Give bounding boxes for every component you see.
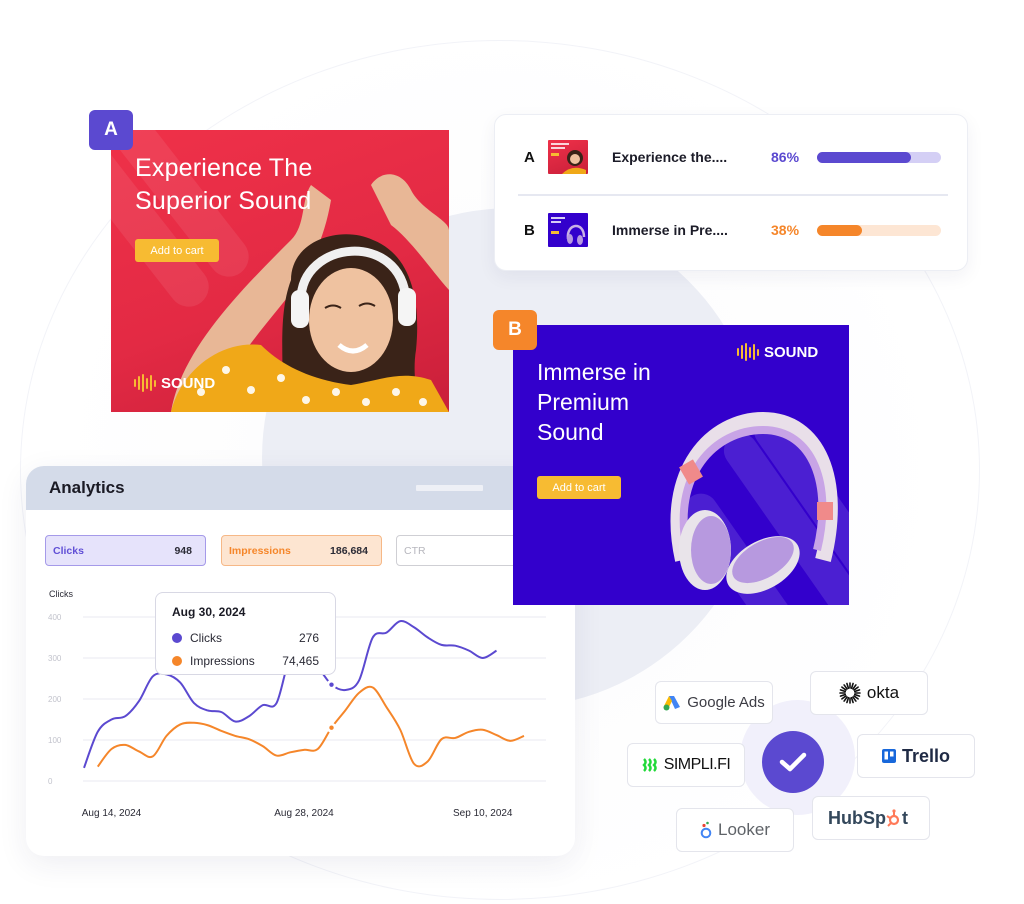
headline-line: Superior Sound	[135, 187, 312, 215]
divider	[518, 194, 948, 196]
impressions-legend-dot	[172, 655, 182, 666]
y-tick-label: 0	[48, 777, 53, 786]
progress-bar	[817, 151, 941, 163]
y-tick-label: 300	[48, 654, 62, 663]
clicks-legend-dot	[172, 632, 182, 643]
tooltip-series-value: 276	[298, 630, 319, 645]
integration-name: Looker	[718, 820, 770, 839]
add-to-cart-button[interactable]: Add to cart	[135, 239, 219, 262]
integration-okta[interactable]: okta	[810, 671, 928, 715]
simplifi-icon	[641, 758, 657, 772]
tooltip-row-clicks: Clicks 276	[172, 626, 319, 649]
integration-hubspot[interactable]: HubSp t	[812, 796, 930, 840]
headphones-image	[670, 411, 838, 594]
sound-brand-logo: SOUND	[737, 343, 818, 361]
progress-fill	[817, 224, 862, 236]
integration-name: Trello	[901, 745, 950, 766]
y-tick-label: 100	[48, 736, 62, 745]
chart-tooltip: Aug 30, 2024 Clicks 276 Impressions 74,4…	[155, 592, 336, 675]
result-row-b[interactable]: B Immerse in Pre.... 38%	[495, 210, 967, 250]
tooltip-series-name: Clicks	[190, 630, 222, 645]
sound-brand-logo: SOUND	[134, 374, 215, 392]
variant-a-badge: A	[89, 110, 133, 150]
integration-name: HubSp t	[828, 807, 908, 828]
percent-value: 38%	[771, 222, 800, 238]
progress-bar	[817, 224, 941, 236]
variant-letter: B	[524, 221, 535, 239]
tooltip-row-impressions: Impressions 74,465	[172, 649, 319, 672]
ad-a-thumbnail	[548, 140, 588, 174]
result-row-a[interactable]: A Experience the.... 86%	[495, 137, 967, 177]
connected-check	[762, 731, 824, 793]
y-tick-label: 200	[48, 695, 62, 704]
tooltip-series-name: Impressions	[190, 653, 255, 668]
integration-trello[interactable]: Trello	[857, 734, 975, 778]
tooltip-date: Aug 30, 2024	[172, 605, 246, 619]
headline-line: Sound	[537, 419, 604, 445]
x-tick-label: Aug 14, 2024	[82, 808, 142, 819]
percent-value: 86%	[771, 149, 800, 165]
x-tick-label: Sep 10, 2024	[453, 808, 513, 819]
highlight-point-impressions[interactable]	[329, 725, 334, 730]
ad-name: Experience the....	[612, 149, 728, 165]
okta-icon	[839, 682, 861, 704]
y-axis-title: Clicks	[49, 589, 73, 599]
ad-a-headline: Experience The Superior Sound	[135, 152, 312, 218]
variant-letter: A	[524, 148, 535, 166]
brand-name: SOUND	[764, 343, 819, 361]
soundwave-icon	[134, 374, 156, 392]
tooltip-series-value: 74,465	[282, 653, 319, 668]
ad-b-thumbnail	[548, 213, 588, 247]
headline-line: Immerse in	[537, 359, 651, 385]
google-ads-icon	[663, 695, 681, 710]
highlight-point-clicks[interactable]	[329, 682, 334, 687]
check-icon	[779, 752, 807, 772]
y-tick-label: 400	[48, 613, 62, 622]
integration-looker[interactable]: Looker	[676, 808, 794, 852]
trello-icon	[881, 749, 896, 763]
headline-line: Premium	[537, 389, 630, 415]
looker-icon	[700, 821, 712, 839]
hubspot-sprocket-icon	[886, 808, 900, 827]
integration-name: okta	[866, 683, 900, 702]
soundwave-icon	[737, 343, 759, 361]
progress-fill	[817, 151, 912, 163]
ad-b-headline: Immerse in Premium Sound	[537, 357, 651, 447]
add-to-cart-button[interactable]: Add to cart	[537, 476, 621, 499]
integration-name: Google Ads	[687, 694, 765, 711]
ad-name: Immerse in Pre....	[612, 222, 728, 238]
integration-name: SIMPLI.FI	[663, 756, 731, 773]
integration-google-ads[interactable]: Google Ads	[655, 681, 773, 724]
ad-variant-a[interactable]: Experience The Superior Sound Add to car…	[111, 130, 449, 412]
brand-name: SOUND	[161, 374, 216, 392]
headline-line: Experience The	[135, 154, 313, 182]
ab-test-results-card: A Experience the.... 86% B Immerse in Pr…	[494, 114, 968, 271]
ad-variant-b[interactable]: Immerse in Premium Sound Add to cart SOU…	[513, 325, 849, 605]
variant-b-badge: B	[493, 310, 537, 350]
analytics-panel: Analytics Clicks 948 Impressions 186,684…	[26, 466, 575, 856]
integration-simplifi[interactable]: SIMPLI.FI	[627, 743, 745, 787]
x-tick-label: Aug 28, 2024	[274, 808, 334, 819]
